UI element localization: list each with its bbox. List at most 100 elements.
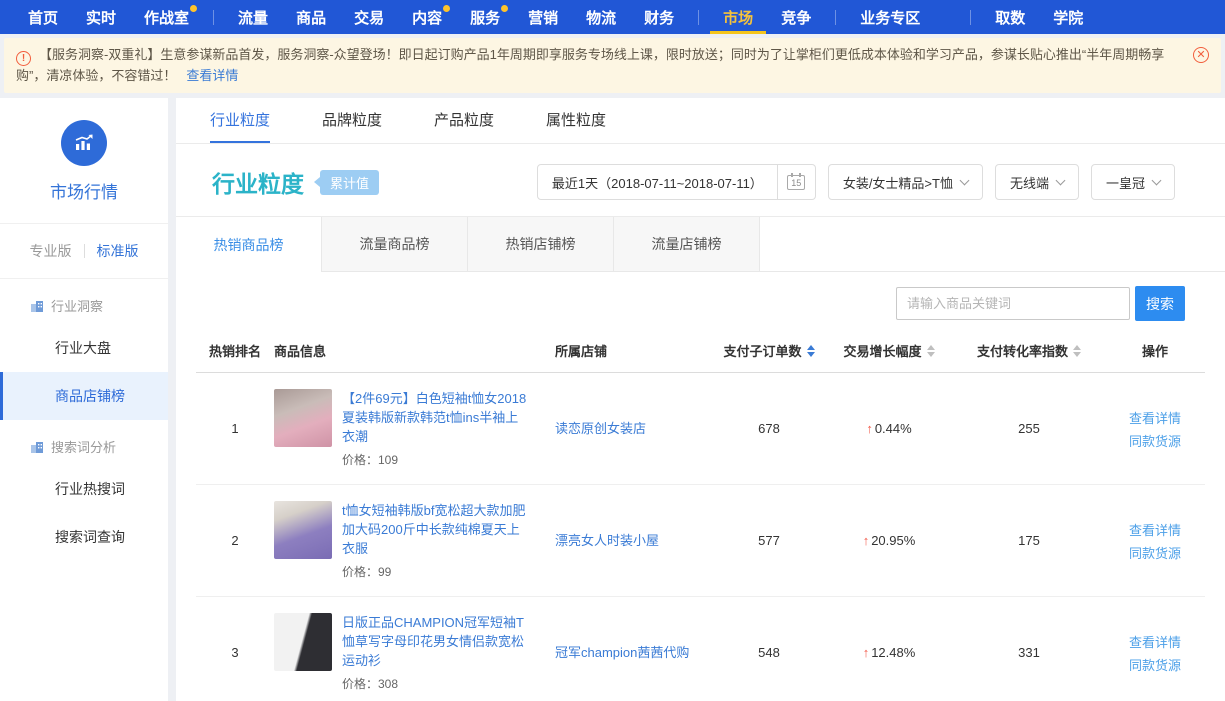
nav-item-service[interactable]: 服务 xyxy=(456,0,514,34)
same-supply-link[interactable]: 同款货源 xyxy=(1129,431,1181,450)
header-rank: 热销排名 xyxy=(196,341,274,360)
nav-spacer xyxy=(934,0,960,34)
tab-attribute-granularity[interactable]: 属性粒度 xyxy=(546,98,606,143)
header-growth[interactable]: 交易增长幅度 xyxy=(825,341,953,360)
product-image[interactable] xyxy=(274,389,332,447)
paid-suborders-value: 548 xyxy=(713,645,825,660)
product-image[interactable] xyxy=(274,501,332,559)
sidebar-menu: 行业洞察 行业大盘 商品店铺榜 搜索词分析 行业热搜词 搜索词查询 xyxy=(0,279,168,561)
nav-item-realtime[interactable]: 实时 xyxy=(72,0,130,34)
close-icon[interactable]: ✕ xyxy=(1193,47,1209,63)
granularity-tabs: 行业粒度 品牌粒度 产品粒度 属性粒度 xyxy=(176,98,1225,144)
table-row: 2 t恤女短袖韩版bf宽松超大款加肥加大码200斤中长款纯棉夏天上衣服 价格：9… xyxy=(196,485,1205,597)
nav-item-products[interactable]: 商品 xyxy=(282,0,340,34)
rank-value: 1 xyxy=(196,421,274,436)
notice-bar: !【服务洞察-双重礼】生意参谋新品首发，服务洞察-众望登场！即日起订购产品1年周… xyxy=(4,38,1221,93)
shop-link[interactable]: 读恋原创女装店 xyxy=(555,421,646,436)
search-input[interactable] xyxy=(896,287,1130,320)
tab-hot-shop-ranking[interactable]: 热销店铺榜 xyxy=(468,217,614,271)
notification-dot xyxy=(443,5,450,12)
sidebar-item-hot-search-words[interactable]: 行业热搜词 xyxy=(0,465,168,513)
ranking-tabs: 热销商品榜 流量商品榜 热销店铺榜 流量店铺榜 xyxy=(176,217,1225,272)
app-title: 市场行情 xyxy=(0,178,168,203)
version-standard[interactable]: 标准版 xyxy=(97,241,139,261)
growth-cell: ↑12.48% xyxy=(825,645,953,660)
sidebar-header: 市场行情 xyxy=(0,98,168,224)
growth-up-icon: ↑ xyxy=(863,645,870,660)
nav-item-market[interactable]: 市场 xyxy=(709,0,767,34)
header-paid-suborders[interactable]: 支付子订单数 xyxy=(713,341,825,360)
nav-item-competition[interactable]: 竞争 xyxy=(767,0,825,34)
calendar-button[interactable]: 15 xyxy=(778,164,816,200)
same-supply-link[interactable]: 同款货源 xyxy=(1129,543,1181,562)
sidebar-item-search-word-query[interactable]: 搜索词查询 xyxy=(0,513,168,561)
nav-item-data-extract[interactable]: 取数 xyxy=(981,0,1039,34)
nav-item-war-room[interactable]: 作战室 xyxy=(130,0,203,34)
cumulative-badge: 累计值 xyxy=(320,170,379,195)
same-supply-link[interactable]: 同款货源 xyxy=(1129,655,1181,674)
tab-traffic-product-ranking[interactable]: 流量商品榜 xyxy=(322,217,468,271)
date-filter-group: 最近1天（2018-07-11~2018-07-11） 15 xyxy=(537,164,816,200)
product-cell: t恤女短袖韩版bf宽松超大款加肥加大码200斤中长款纯棉夏天上衣服 价格：99 xyxy=(274,501,555,580)
header-shop: 所属店铺 xyxy=(555,341,713,360)
nav-divider xyxy=(698,10,699,25)
device-selector[interactable]: 无线端 xyxy=(995,164,1079,200)
growth-cell: ↑20.95% xyxy=(825,533,953,548)
nav-item-traffic[interactable]: 流量 xyxy=(224,0,282,34)
notification-dot xyxy=(501,5,508,12)
conversion-index-value: 255 xyxy=(953,421,1105,436)
version-pro[interactable]: 专业版 xyxy=(30,241,72,261)
notice-detail-link[interactable]: 查看详情 xyxy=(186,68,238,83)
nav-item-marketing[interactable]: 营销 xyxy=(514,0,572,34)
table-row: 3 日版正品CHAMPION冠军短袖T恤草写字母印花男女情侣款宽松运动衫 价格：… xyxy=(196,597,1205,701)
shop-level-selector[interactable]: 一皇冠 xyxy=(1091,164,1175,200)
rank-value: 3 xyxy=(196,645,274,660)
tab-traffic-shop-ranking[interactable]: 流量店铺榜 xyxy=(614,217,760,271)
chevron-down-icon xyxy=(1152,175,1162,185)
sidebar-item-industry-overview[interactable]: 行业大盘 xyxy=(0,324,168,372)
nav-item-content[interactable]: 内容 xyxy=(398,0,456,34)
sort-icon[interactable] xyxy=(927,345,935,357)
title-row: 行业粒度 累计值 最近1天（2018-07-11~2018-07-11） 15 … xyxy=(176,144,1225,216)
conversion-index-value: 175 xyxy=(953,533,1105,548)
product-price: 价格：99 xyxy=(342,563,529,580)
actions-cell: 查看详情 同款货源 xyxy=(1105,408,1205,450)
product-title-link[interactable]: 【2件69元】白色短袖t恤女2018夏装韩版新款韩范t恤ins半袖上衣潮 xyxy=(342,389,529,446)
tab-product-granularity[interactable]: 产品粒度 xyxy=(434,98,494,143)
menu-group-search-analysis: 搜索词分析 xyxy=(0,420,168,465)
view-detail-link[interactable]: 查看详情 xyxy=(1129,632,1181,651)
actions-cell: 查看详情 同款货源 xyxy=(1105,520,1205,562)
search-row: 搜索 xyxy=(176,272,1225,331)
search-button[interactable]: 搜索 xyxy=(1135,286,1185,321)
top-nav: 首页 实时 作战室 流量 商品 交易 内容 服务 营销 物流 财务 市场 竞争 … xyxy=(0,0,1225,34)
nav-item-business-zone[interactable]: 业务专区 xyxy=(846,0,934,34)
product-title-link[interactable]: 日版正品CHAMPION冠军短袖T恤草写字母印花男女情侣款宽松运动衫 xyxy=(342,613,529,670)
nav-divider xyxy=(213,10,214,25)
nav-item-transactions[interactable]: 交易 xyxy=(340,0,398,34)
view-detail-link[interactable]: 查看详情 xyxy=(1129,408,1181,427)
sort-icon[interactable] xyxy=(807,345,815,357)
nav-item-academy[interactable]: 学院 xyxy=(1039,0,1097,34)
notification-dot xyxy=(190,5,197,12)
nav-item-logistics[interactable]: 物流 xyxy=(572,0,630,34)
shop-cell: 读恋原创女装店 xyxy=(555,419,713,438)
tab-brand-granularity[interactable]: 品牌粒度 xyxy=(322,98,382,143)
header-conversion-index[interactable]: 支付转化率指数 xyxy=(953,341,1105,360)
header-actions: 操作 xyxy=(1105,341,1205,360)
shop-link[interactable]: 漂亮女人时装小屋 xyxy=(555,533,659,548)
shop-cell: 冠军champion茜茜代购 xyxy=(555,643,713,662)
conversion-index-value: 331 xyxy=(953,645,1105,660)
tab-industry-granularity[interactable]: 行业粒度 xyxy=(210,98,270,143)
tab-hot-product-ranking[interactable]: 热销商品榜 xyxy=(176,217,322,272)
product-image[interactable] xyxy=(274,613,332,671)
sort-icon[interactable] xyxy=(1073,345,1081,357)
product-price: 价格：308 xyxy=(342,675,529,692)
view-detail-link[interactable]: 查看详情 xyxy=(1129,520,1181,539)
date-range-selector[interactable]: 最近1天（2018-07-11~2018-07-11） xyxy=(537,164,778,200)
sidebar-item-product-shop-ranking[interactable]: 商品店铺榜 xyxy=(0,372,168,420)
category-selector[interactable]: 女装/女士精品>T恤 xyxy=(828,164,983,200)
nav-item-home[interactable]: 首页 xyxy=(14,0,72,34)
nav-item-finance[interactable]: 财务 xyxy=(630,0,688,34)
product-title-link[interactable]: t恤女短袖韩版bf宽松超大款加肥加大码200斤中长款纯棉夏天上衣服 xyxy=(342,501,529,558)
shop-link[interactable]: 冠军champion茜茜代购 xyxy=(555,645,689,660)
